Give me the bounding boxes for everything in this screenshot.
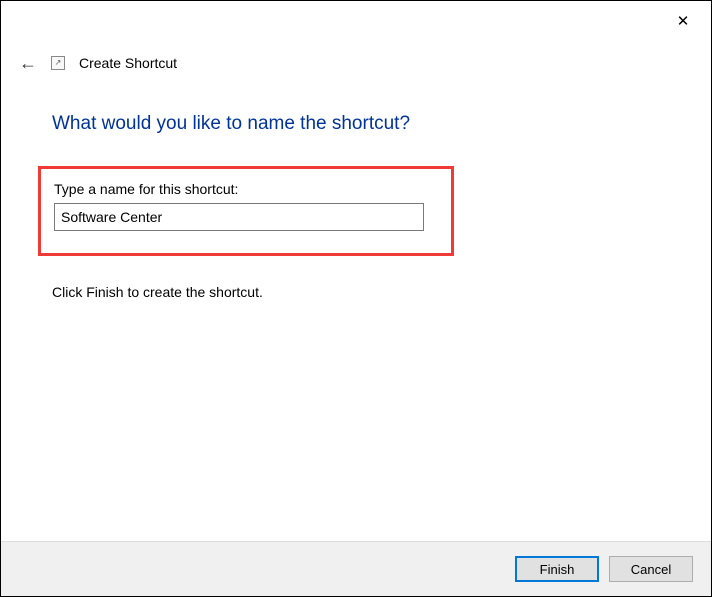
finish-button[interactable]: Finish [515, 556, 599, 582]
cancel-button[interactable]: Cancel [609, 556, 693, 582]
instruction-text: Click Finish to create the shortcut. [52, 284, 263, 300]
page-heading: What would you like to name the shortcut… [52, 113, 410, 135]
highlight-annotation: Type a name for this shortcut: [38, 166, 454, 256]
close-icon: ✕ [677, 12, 690, 30]
dialog-footer: Finish Cancel [1, 541, 711, 596]
back-arrow-icon[interactable]: ← [19, 54, 37, 72]
shortcut-icon: ↗ [51, 56, 65, 70]
shortcut-name-input[interactable] [54, 203, 424, 231]
wizard-header: ← ↗ Create Shortcut [19, 54, 177, 72]
shortcut-name-label: Type a name for this shortcut: [54, 181, 438, 197]
close-button[interactable]: ✕ [673, 11, 693, 31]
wizard-title: Create Shortcut [79, 55, 177, 71]
